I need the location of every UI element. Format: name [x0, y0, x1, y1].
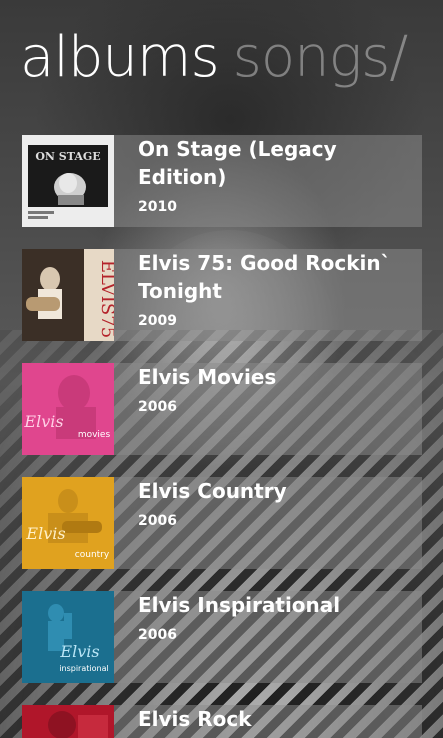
album-text: Elvis Rock — [138, 705, 414, 733]
elvis-movies-cover-sub: movies — [78, 430, 111, 440]
album-title: Elvis 75: Good Rockin` Tonight — [138, 251, 391, 303]
album-text: Elvis Movies 2006 — [138, 363, 414, 417]
album-year: 2006 — [138, 627, 177, 643]
elvis-movies-cover-brand: Elvis — [23, 412, 63, 431]
elvis-75-cover-title: ELVIS75 — [97, 260, 114, 338]
album-item[interactable]: Elvis Rock — [22, 705, 422, 738]
album-year: 2010 — [138, 199, 177, 215]
elvis-inspirational-cover-art: Elvis inspirational — [22, 591, 114, 683]
elvis-country-cover-sub: country — [75, 550, 110, 560]
pivot-titles: albums songs/ — [20, 18, 409, 98]
elvis-movies-cover-art: Elvis movies — [22, 363, 114, 455]
album-title: Elvis Inspirational — [138, 593, 341, 617]
album-text: Elvis 75: Good Rockin` Tonight 2009 — [138, 249, 414, 331]
album-item[interactable]: Elvis inspirational Elvis Inspirational … — [22, 591, 422, 683]
elvis-country-cover-art: Elvis country — [22, 477, 114, 569]
pivot-item-songs[interactable]: songs/ — [233, 25, 409, 90]
elvis-country-cover-brand: Elvis — [25, 524, 65, 543]
album-title: Elvis Country — [138, 479, 287, 503]
album-year: 2009 — [138, 313, 177, 329]
elvis-rock-cover-art — [22, 705, 114, 738]
elvis-rock-cover-art-graphic — [22, 705, 114, 738]
album-item[interactable]: Elvis movies Elvis Movies 2006 — [22, 363, 422, 455]
on-stage-cover-title: ON STAGE — [35, 150, 100, 163]
elvis-inspirational-cover-sub: inspirational — [59, 664, 108, 673]
pivot-header: albums songs/ — [0, 0, 443, 120]
album-title: Elvis Movies — [138, 365, 277, 389]
album-title: On Stage (Legacy Edition) — [138, 137, 337, 189]
album-item[interactable]: ELVIS75 Elvis 75: Good Rockin` Tonight 2… — [22, 249, 422, 341]
album-text: Elvis Inspirational 2006 — [138, 591, 414, 645]
pivot-item-albums[interactable]: albums — [20, 25, 220, 90]
album-item[interactable]: ON STAGE On Stage (Legacy Edition) 2010 — [22, 135, 422, 227]
elvis-75-cover-art: ELVIS75 — [22, 249, 114, 341]
on-stage-cover-art-graphic: ON STAGE — [22, 135, 114, 227]
album-year: 2006 — [138, 399, 177, 415]
album-text: On Stage (Legacy Edition) 2010 — [138, 135, 414, 217]
elvis-movies-cover-art-graphic: Elvis movies — [22, 363, 114, 455]
album-item[interactable]: Elvis country Elvis Country 2006 — [22, 477, 422, 569]
elvis-inspirational-cover-art-graphic: Elvis inspirational — [22, 591, 114, 683]
on-stage-cover-art: ON STAGE — [22, 135, 114, 227]
elvis-country-cover-art-graphic: Elvis country — [22, 477, 114, 569]
elvis-75-cover-art-graphic: ELVIS75 — [22, 249, 114, 341]
elvis-inspirational-cover-brand: Elvis — [59, 642, 99, 661]
album-text: Elvis Country 2006 — [138, 477, 414, 531]
album-title: Elvis Rock — [138, 707, 252, 731]
album-year: 2006 — [138, 513, 177, 529]
